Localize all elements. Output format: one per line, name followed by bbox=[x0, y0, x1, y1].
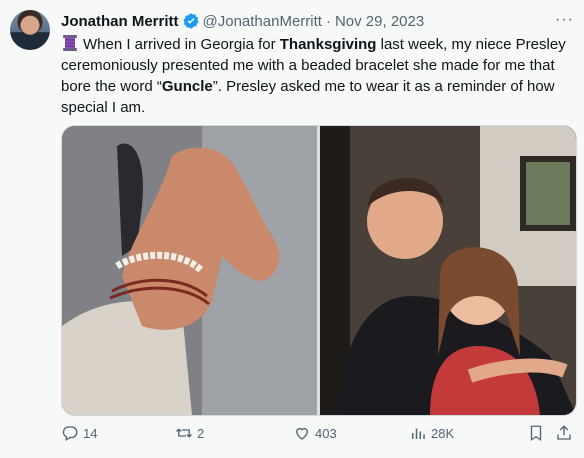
reply-count: 14 bbox=[83, 425, 98, 441]
views-icon bbox=[412, 428, 425, 439]
tweet-actions: 14 2 403 28K bbox=[61, 424, 573, 448]
avatar[interactable] bbox=[10, 10, 50, 50]
retweet-count: 2 bbox=[197, 425, 205, 441]
thread-spool-icon bbox=[61, 34, 79, 52]
tweet-header: Jonathan Merritt @JonathanMerritt · Nov … bbox=[61, 12, 572, 30]
views-button[interactable]: 28K bbox=[409, 424, 454, 442]
photo-bracelet-art bbox=[62, 126, 317, 415]
share-icon bbox=[557, 425, 571, 440]
text-bold-thanksgiving: Thanksgiving bbox=[279, 36, 377, 53]
author-name[interactable]: Jonathan Merritt bbox=[61, 13, 179, 30]
tweet-date[interactable]: Nov 29, 2023 bbox=[335, 13, 424, 30]
separator-dot: · bbox=[325, 12, 331, 30]
verified-badge-icon bbox=[182, 12, 200, 30]
tweet[interactable]: Jonathan Merritt @JonathanMerritt · Nov … bbox=[0, 0, 584, 458]
media-grid bbox=[61, 125, 577, 416]
views-count: 28K bbox=[431, 425, 455, 441]
reply-button[interactable]: 14 bbox=[61, 424, 97, 442]
like-count: 403 bbox=[315, 425, 337, 441]
author-handle[interactable]: @JonathanMerritt bbox=[203, 13, 322, 30]
text-bold-guncle: Guncle bbox=[161, 78, 213, 95]
share-button[interactable] bbox=[555, 424, 573, 442]
photo-portrait-art bbox=[320, 126, 576, 415]
photo-bracelet-wrist[interactable] bbox=[62, 126, 317, 415]
bookmark-icon bbox=[530, 425, 542, 442]
text-part-1: When I arrived in Georgia for bbox=[83, 36, 280, 53]
bookmark-button[interactable] bbox=[527, 424, 545, 442]
reply-icon bbox=[62, 426, 78, 441]
tweet-text: When I arrived in Georgia for Thanksgivi… bbox=[61, 34, 573, 118]
retweet-icon bbox=[176, 428, 192, 438]
heart-icon bbox=[296, 427, 308, 440]
photo-uncle-niece[interactable] bbox=[320, 126, 576, 415]
like-button[interactable]: 403 bbox=[293, 424, 337, 442]
retweet-button[interactable]: 2 bbox=[175, 424, 204, 442]
more-options-icon[interactable]: ··· bbox=[555, 11, 574, 29]
